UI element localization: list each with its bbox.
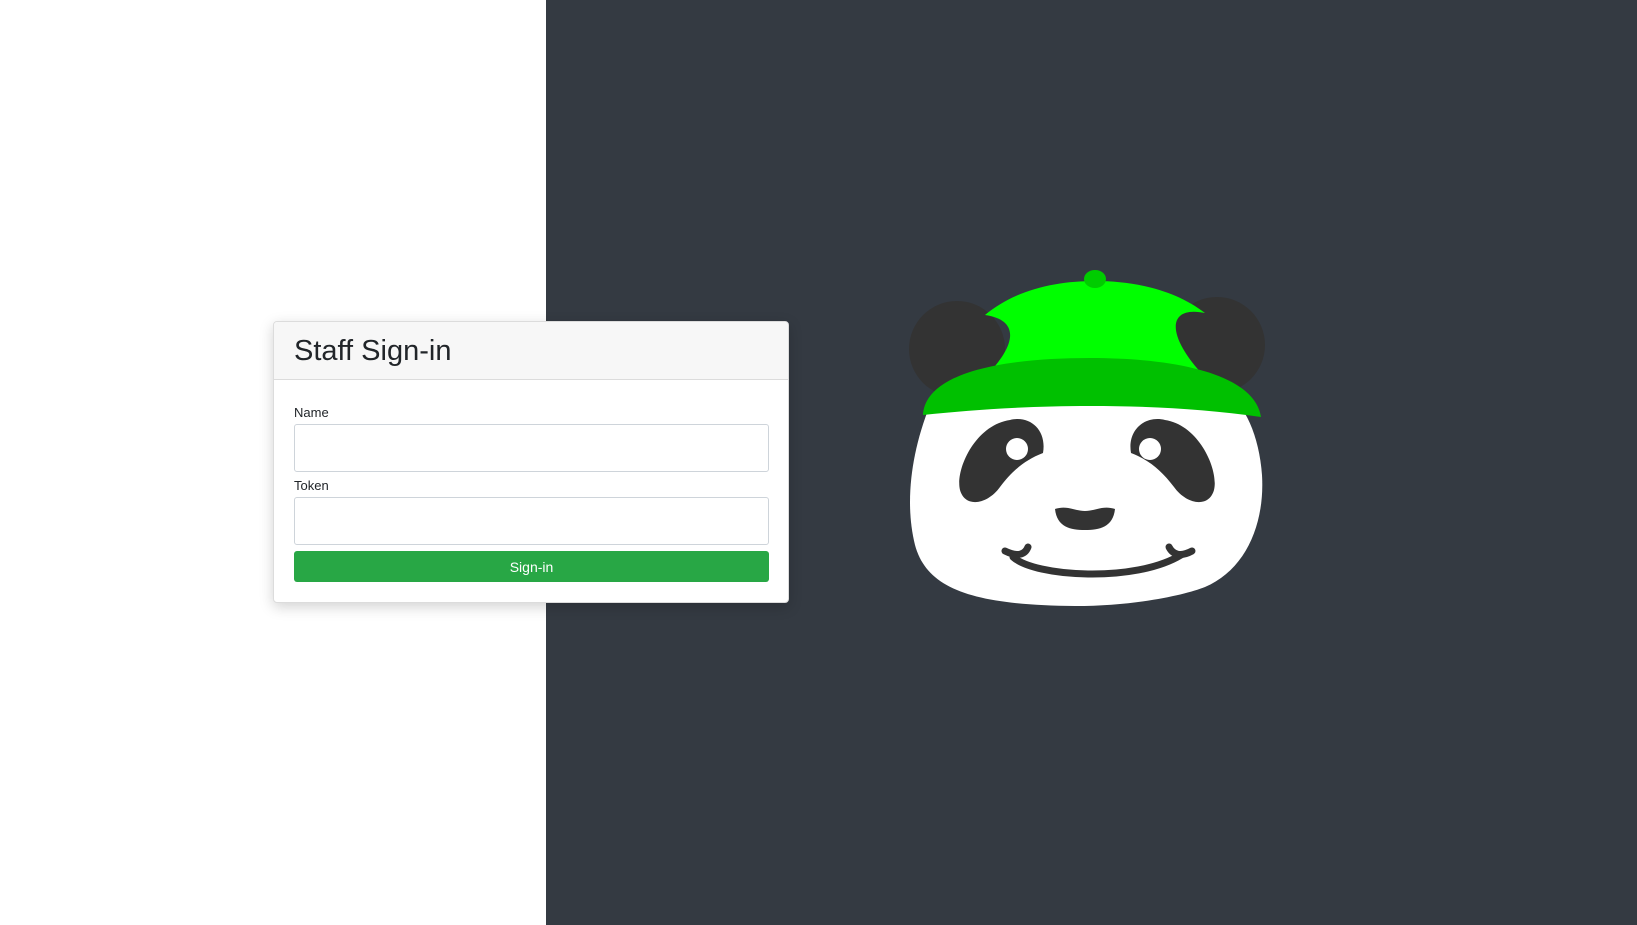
- sign-in-button[interactable]: Sign-in: [294, 551, 769, 582]
- panda-right-eye: [1139, 438, 1161, 460]
- panda-mascot-icon: [909, 270, 1265, 606]
- token-input[interactable]: [294, 497, 769, 545]
- name-label: Name: [294, 405, 329, 420]
- sign-in-card-header: Staff Sign-in: [274, 322, 788, 380]
- sign-in-form: Name Token Sign-in: [274, 380, 788, 582]
- panda-hat-button: [1084, 270, 1106, 288]
- login-page: Staff Sign-in Name Token Sign-in: [0, 0, 1637, 925]
- panda-left-eye: [1006, 438, 1028, 460]
- sign-in-title: Staff Sign-in: [294, 335, 452, 367]
- sign-in-card: Staff Sign-in Name Token Sign-in: [273, 321, 789, 603]
- name-input[interactable]: [294, 424, 769, 472]
- token-label: Token: [294, 478, 329, 493]
